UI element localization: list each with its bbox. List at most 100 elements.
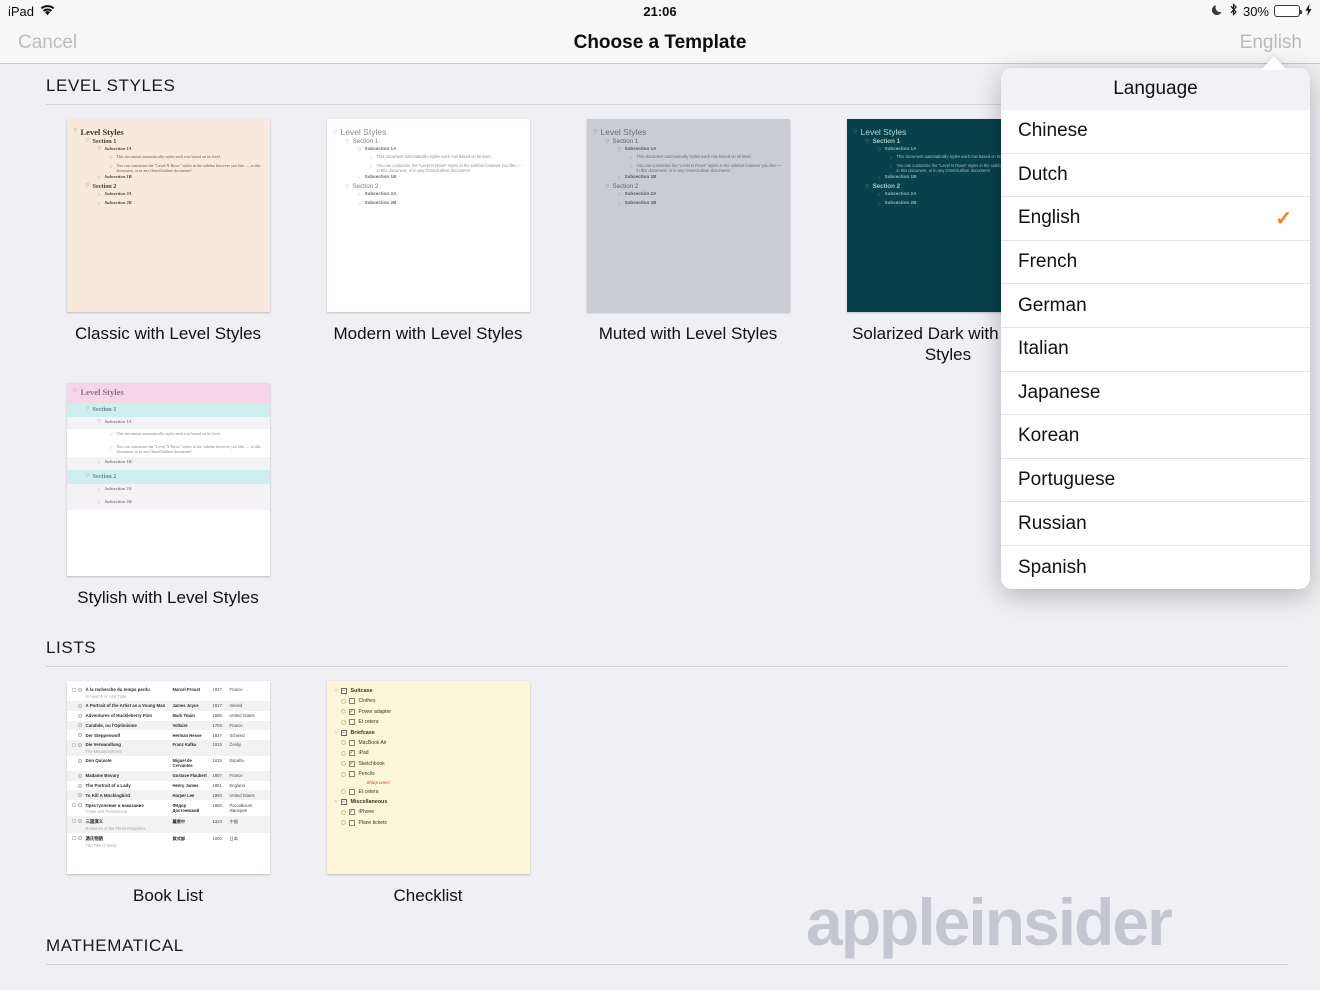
disclosure-triangle-icon: ▽ [73, 129, 78, 134]
book-row: Candide, ou l'Optimisme Voltaire 1759 Franc… [66, 720, 270, 731]
bullet-icon: ○ [97, 201, 101, 207]
outline-subsection: Subsection 2A [104, 190, 132, 196]
bullet-icon: ○ [889, 154, 893, 161]
outline-subsection: Subsection 2B [104, 498, 132, 504]
battery-icon [1274, 5, 1302, 17]
bullet-icon [340, 709, 346, 715]
checkbox-unchecked-icon [348, 719, 355, 726]
expand-box-icon [72, 784, 76, 788]
language-option-label: Chinese [1018, 120, 1088, 142]
navigation-bar: Cancel Choose a Template English [0, 22, 1320, 64]
book-title: Die Verwandlung The Metamorphosis [86, 742, 173, 753]
template-tile-checklist[interactable]: ▽ – Suitcase Clothes ✓ Power adapter Et cetera… [298, 681, 558, 906]
template-tile-modern[interactable]: ▽ Level Styles ▽ Section 1 ▽ Subsection 1A … [298, 119, 558, 365]
checklist-label: Sketchbook [358, 760, 385, 767]
checklist-label: Power adapter [358, 708, 392, 715]
book-year: 1615 [212, 758, 222, 764]
bullet-icon [77, 773, 82, 778]
bullet-icon [340, 761, 346, 767]
book-year: 1857 [212, 773, 222, 779]
book-row: The Portrait of a Lady Henry James 1881 Eng… [67, 781, 270, 791]
template-thumbnail-classic[interactable]: ▽ Level Styles ▽ Section 1 ▽ Subsection 1A … [66, 119, 270, 312]
bullet-icon [340, 789, 346, 795]
outline-subsection: Subsection 1B [104, 458, 132, 464]
language-list[interactable]: Chinese Dutch English ✓ French German Italian J… [1001, 110, 1310, 589]
charging-bolt-icon [1305, 3, 1312, 19]
book-title: A Portrait of the Artist as a Young Man [85, 703, 166, 709]
book-year: 1881 [212, 783, 222, 789]
bullet-icon [340, 809, 346, 815]
bullet-icon: ○ [617, 200, 621, 207]
book-title: 三国演义 Romance of the Three Kingdoms [86, 819, 173, 831]
template-caption-stylish: Stylish with Level Styles [77, 588, 259, 607]
book-title: Don Quixote [85, 758, 112, 764]
expand-box-icon [72, 793, 76, 797]
language-option-japanese[interactable]: Japanese [1001, 371, 1310, 416]
language-option-russian[interactable]: Russian [1001, 502, 1310, 546]
template-thumbnail-checklist[interactable]: ▽ – Suitcase Clothes ✓ Power adapter Et cetera… [326, 681, 530, 874]
template-thumbnail-modern[interactable]: ▽ Level Styles ▽ Section 1 ▽ Subsection 1A … [326, 119, 530, 312]
template-tile-classic[interactable]: ▽ Level Styles ▽ Section 1 ▽ Subsection 1A … [38, 119, 298, 365]
appleinsider-watermark: appleinsider [806, 885, 1173, 959]
template-caption-modern: Modern with Level Styles [333, 324, 523, 343]
bullet-icon: ○ [109, 432, 113, 438]
bullet-icon [340, 719, 346, 725]
language-option-english[interactable]: English ✓ [1001, 197, 1310, 241]
book-subtitle: The Tale of Genji [85, 842, 117, 848]
disclosure-triangle-icon: ▽ [617, 146, 622, 153]
book-row: Der Steppenwolf Herman Hesse 1927 Schweiz [67, 730, 270, 740]
template-thumbnail-stylish[interactable]: ▽ Level Styles ▽ Section 1 ▽ Subsection 1A … [66, 383, 270, 576]
outline-subsection: Subsection 1B [624, 173, 657, 179]
expand-box-icon [71, 836, 76, 841]
book-country: Schweiz [229, 732, 246, 738]
language-option-italian[interactable]: Italian [1001, 327, 1310, 372]
bullet-icon: ○ [889, 163, 893, 170]
template-tile-muted[interactable]: ▽ Level Styles ▽ Section 1 ▽ Subsection 1A … [558, 119, 818, 365]
book-year: 1927 [212, 687, 222, 693]
checklist-row: MacBook Air [335, 739, 524, 746]
status-bar-clock: 21:06 [643, 3, 677, 19]
section-divider [46, 964, 1288, 965]
outline-section: Section 2 [612, 182, 639, 190]
language-option-chinese[interactable]: Chinese [1001, 110, 1310, 154]
outline-section: Section 1 [352, 137, 379, 145]
book-author: Фёдор Достоевский [172, 802, 200, 813]
book-country: France [229, 687, 243, 693]
language-option-korean[interactable]: Korean [1001, 415, 1310, 459]
template-tile-stylish[interactable]: ▽ Level Styles ▽ Section 1 ▽ Subsection 1A … [38, 383, 298, 608]
outline-section: Section 2 [92, 472, 117, 480]
disclosure-triangle-icon: ▽ [85, 406, 90, 412]
language-option-spanish[interactable]: Spanish [1001, 545, 1310, 589]
language-popover[interactable]: Language Chinese Dutch English ✓ French Germa… [1001, 68, 1310, 589]
language-option-dutch[interactable]: Dutch [1001, 153, 1310, 198]
bullet-icon: ○ [877, 200, 881, 207]
book-title: Преступление и наказание Crime and Punish… [86, 803, 173, 814]
bullet-icon [77, 733, 82, 738]
template-tile-book-list[interactable]: À la recherche du temps perdu In Search o… [38, 681, 298, 906]
checklist-row: Et cetera [335, 788, 524, 795]
book-country: 日本 [229, 835, 238, 841]
disclosure-triangle-icon: ▽ [593, 129, 598, 135]
outline-subsection: Subsection 2A [364, 190, 397, 196]
page-title: Choose a Template [573, 32, 747, 53]
template-thumbnail-muted[interactable]: ▽ Level Styles ▽ Section 1 ▽ Subsection 1A … [586, 119, 790, 312]
bullet-icon: ○ [629, 154, 633, 161]
bullet-icon: ○ [357, 174, 361, 181]
language-button[interactable]: English [1240, 32, 1302, 54]
book-row: Adventures of Huckleberry Finn Mark Twain… [67, 711, 270, 721]
language-option-french[interactable]: French [1001, 240, 1310, 285]
template-thumbnail-book-list[interactable]: À la recherche du temps perdu In Search o… [66, 681, 270, 874]
language-option-german[interactable]: German [1001, 284, 1310, 328]
book-title: Der Steppenwolf [85, 732, 121, 738]
checklist-row: ✓ Sketchbook [335, 760, 524, 767]
bullet-icon: ○ [617, 191, 621, 198]
outline-subsection: Subsection 2A [104, 485, 132, 491]
language-option-portuguese[interactable]: Portuguese [1001, 458, 1310, 503]
bullet-icon [340, 740, 346, 746]
expand-box-icon [72, 733, 76, 737]
outline-preview: ▽ Level Styles ▽ Section 1 ▽ Subsection 1A … [66, 119, 270, 312]
bullet-icon: ○ [97, 487, 101, 493]
checklist-label: Clothes [358, 698, 376, 705]
checkbox-unchecked-icon [348, 788, 355, 795]
book-title: Candide, ou l'Optimisme [85, 722, 137, 728]
